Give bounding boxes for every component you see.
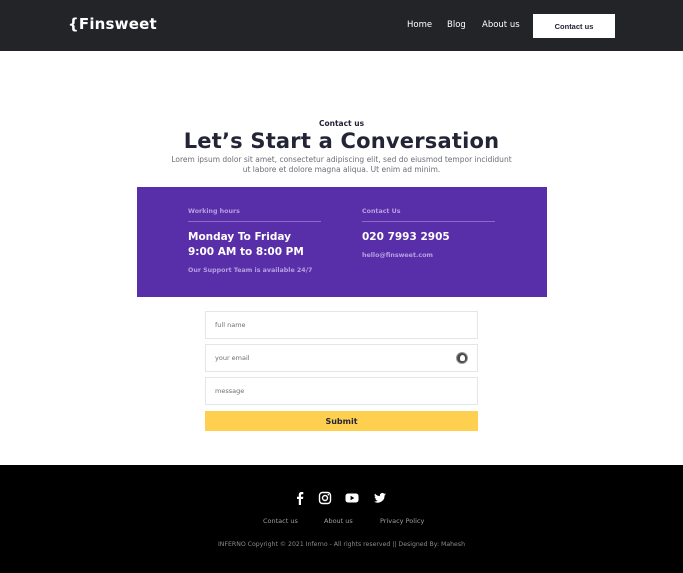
email-address[interactable]: hello@finsweet.com: [362, 252, 495, 259]
divider: [362, 221, 495, 222]
site-footer: Contact us About us Privacy Policy INFER…: [0, 465, 683, 573]
message-input[interactable]: [205, 377, 478, 405]
footer-link-privacy[interactable]: Privacy Policy: [380, 517, 424, 525]
working-hours-column: Working hours Monday To Friday 9:00 AM t…: [188, 208, 321, 274]
facebook-icon[interactable]: [293, 491, 307, 505]
copyright-text: INFERNO Copyright © 2021 Inferno - All r…: [217, 541, 466, 548]
top-navbar: {Finsweet Home Blog About us Contact us: [0, 0, 683, 51]
email-input[interactable]: [205, 344, 478, 372]
working-time: 9:00 AM to 8:00 PM: [188, 246, 304, 258]
phone-number[interactable]: 020 7993 2905: [362, 230, 495, 245]
footer-link-contact[interactable]: Contact us: [263, 517, 298, 525]
nav-link-blog[interactable]: Blog: [447, 20, 466, 30]
contact-label: Contact Us: [362, 208, 401, 215]
working-hours-label: Working hours: [188, 208, 240, 215]
intro-text: Lorem ipsum dolor sit amet, consectetur …: [171, 155, 512, 174]
nav-link-about[interactable]: About us: [482, 20, 520, 30]
instagram-icon[interactable]: [318, 491, 332, 505]
divider: [188, 221, 321, 222]
password-manager-icon[interactable]: [456, 352, 468, 364]
full-name-input[interactable]: [205, 311, 478, 339]
twitter-icon[interactable]: [373, 491, 387, 505]
site-logo[interactable]: {Finsweet: [68, 15, 157, 33]
youtube-icon[interactable]: [345, 491, 359, 505]
nav-link-home[interactable]: Home: [407, 20, 432, 30]
section-eyebrow: Contact us: [318, 119, 365, 128]
submit-button[interactable]: Submit: [205, 411, 478, 431]
contact-column: Contact Us 020 7993 2905 hello@finsweet.…: [362, 208, 495, 259]
contact-info-panel: Working hours Monday To Friday 9:00 AM t…: [137, 187, 547, 297]
footer-link-about[interactable]: About us: [324, 517, 353, 525]
page-title: Let’s Start a Conversation: [183, 129, 500, 153]
nav-contact-button[interactable]: Contact us: [533, 14, 615, 38]
support-note: Our Support Team is available 24/7: [188, 267, 313, 274]
working-days: Monday To Friday: [188, 231, 291, 243]
